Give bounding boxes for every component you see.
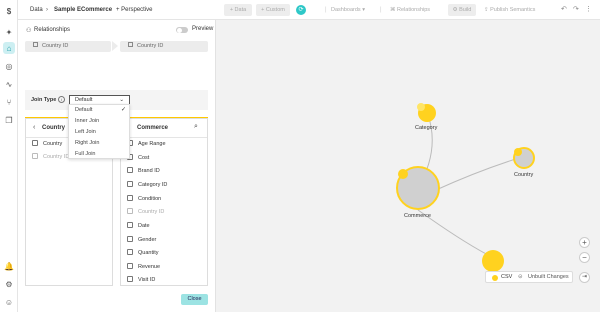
unbuilt-changes-label[interactable]: Unbuilt Changes [528, 274, 569, 280]
node-partial[interactable] [482, 250, 504, 272]
csv-label: CSV [501, 274, 513, 280]
csv-dot-icon [492, 275, 498, 281]
node-label-country: Country [514, 172, 534, 178]
node-country-badge [514, 148, 522, 156]
zoom-in-button[interactable]: + [579, 237, 590, 248]
status-bar: CSV ⊝ Unbuilt Changes [485, 271, 573, 283]
node-category-badge [417, 103, 425, 111]
node-label-commerce: Commerce [404, 213, 431, 219]
graph-svg [396, 103, 535, 272]
node-label-category: Category [415, 125, 438, 131]
zoom-out-button[interactable]: − [579, 252, 590, 263]
fit-view-button[interactable]: ⇥ [579, 272, 590, 283]
unbuilt-icon: ⊝ [518, 274, 523, 280]
edge-country-commerce [435, 156, 523, 191]
node-commerce-badge [398, 169, 408, 179]
